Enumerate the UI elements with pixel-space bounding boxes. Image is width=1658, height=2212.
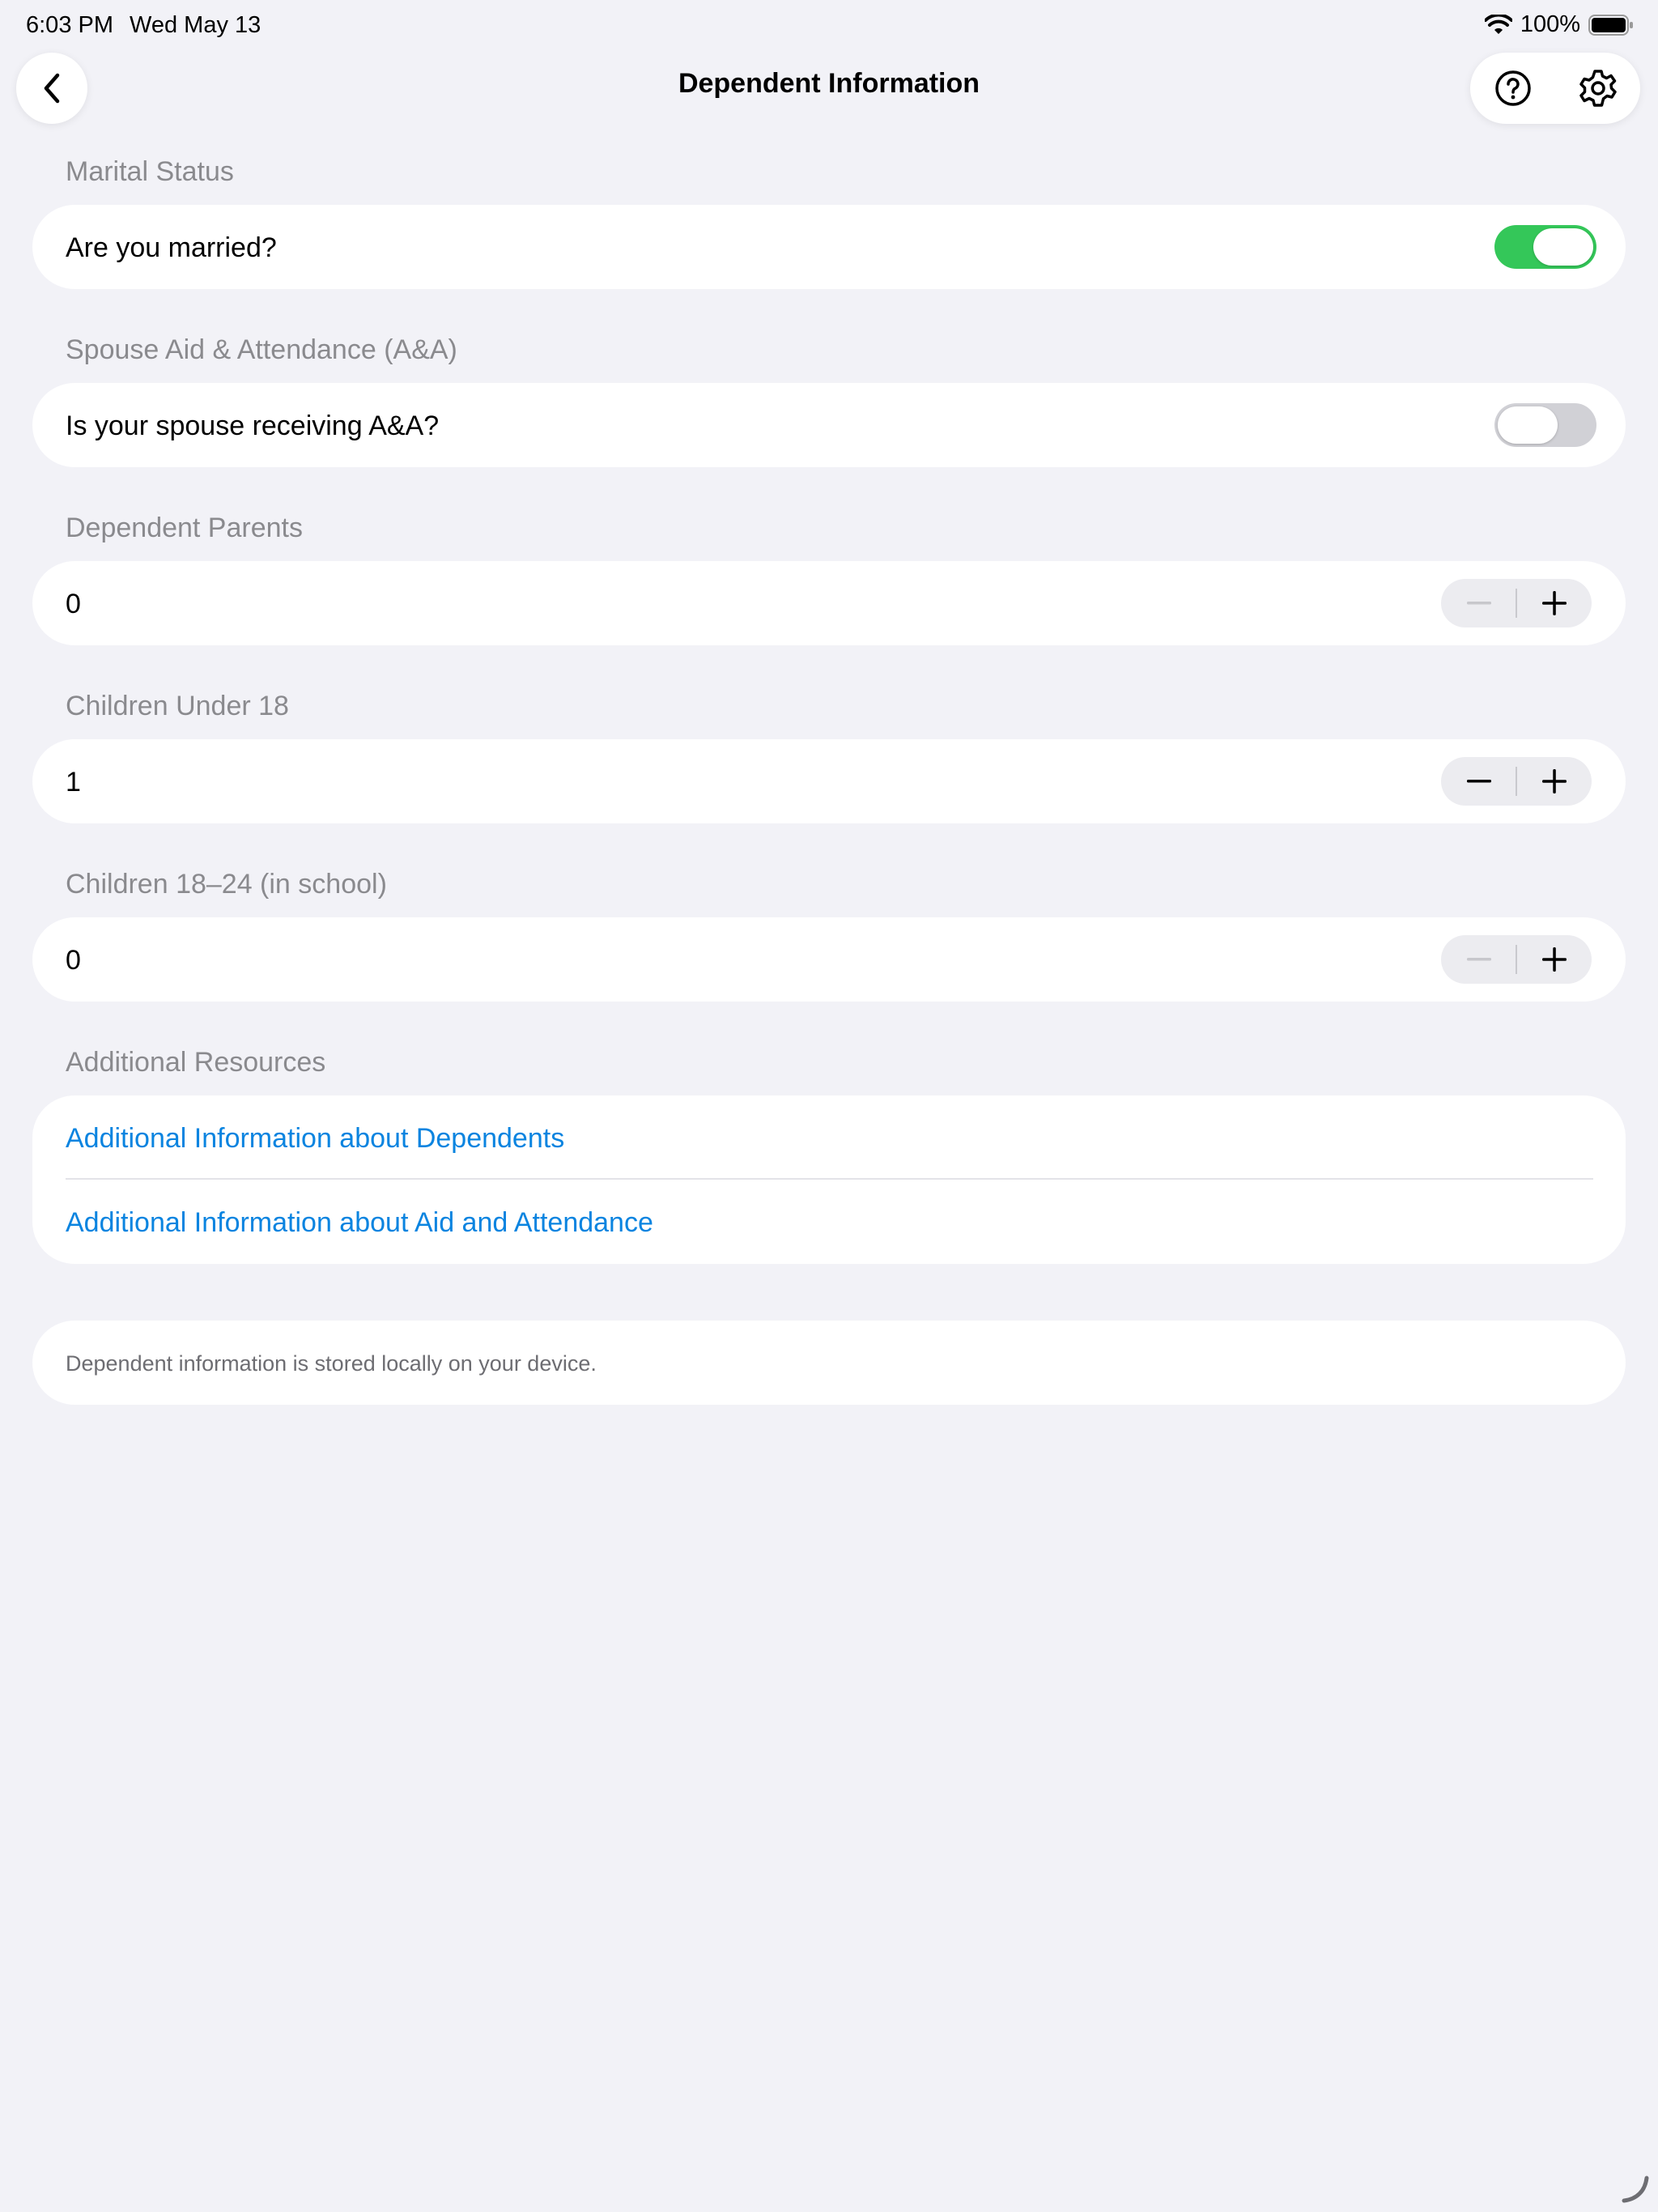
children-under-18-card: 1	[32, 739, 1626, 823]
footnote-text: Dependent information is stored locally …	[66, 1351, 597, 1376]
section-header-children-18-24: Children 18–24 (in school)	[66, 869, 387, 900]
parents-count: 0	[66, 589, 81, 619]
children-18-24-increment-button[interactable]	[1516, 935, 1592, 984]
link-dependents-info[interactable]: Additional Information about Dependents	[66, 1123, 564, 1155]
nav-actions	[1470, 53, 1640, 124]
children-18-24-card: 0	[32, 917, 1626, 1002]
plus-icon	[1541, 947, 1567, 972]
status-bar: 6:03 PM Wed May 13 100%	[0, 0, 1658, 52]
settings-button[interactable]	[1555, 53, 1640, 124]
section-header-children-under-18: Children Under 18	[66, 691, 289, 721]
spouse-aa-toggle[interactable]	[1494, 403, 1596, 447]
status-right: 100%	[1484, 11, 1634, 38]
married-question: Are you married?	[66, 232, 277, 263]
section-header-marital: Marital Status	[66, 156, 234, 187]
status-time: 6:03 PM	[26, 12, 113, 38]
children-18-24-stepper	[1441, 935, 1592, 984]
link-aid-attendance-info[interactable]: Additional Information about Aid and Att…	[66, 1207, 653, 1239]
married-toggle[interactable]	[1494, 225, 1596, 269]
resize-handle-icon[interactable]	[1619, 2173, 1652, 2206]
parents-increment-button[interactable]	[1516, 579, 1592, 627]
wifi-icon	[1484, 14, 1512, 34]
plus-icon	[1541, 769, 1567, 793]
marital-card: Are you married?	[32, 205, 1626, 289]
children-under-18-count: 1	[66, 767, 81, 798]
children-under-18-stepper	[1441, 757, 1592, 806]
minus-icon	[1466, 958, 1491, 961]
minus-icon	[1466, 780, 1491, 783]
page-title: Dependent Information	[678, 68, 980, 99]
section-header-resources: Additional Resources	[66, 1047, 326, 1078]
spouse-aa-card: Is your spouse receiving A&A?	[32, 383, 1626, 467]
footnote-card: Dependent information is stored locally …	[32, 1321, 1626, 1405]
gear-icon	[1579, 70, 1617, 107]
row-divider	[66, 1178, 1593, 1180]
children-18-24-decrement-button[interactable]	[1441, 935, 1516, 984]
minus-icon	[1466, 602, 1491, 605]
toggle-knob	[1533, 228, 1593, 266]
section-header-spouse-aa: Spouse Aid & Attendance (A&A)	[66, 334, 457, 365]
resources-card: Additional Information about Dependents …	[32, 1095, 1626, 1264]
question-circle-icon	[1494, 70, 1531, 106]
parents-card: 0	[32, 561, 1626, 645]
section-header-parents: Dependent Parents	[66, 513, 303, 543]
help-button[interactable]	[1470, 53, 1555, 124]
toggle-knob	[1498, 406, 1558, 444]
spouse-aa-question: Is your spouse receiving A&A?	[66, 410, 440, 441]
battery-percent: 100%	[1520, 11, 1580, 37]
status-date: Wed May 13	[130, 12, 261, 38]
children-18-24-count: 0	[66, 945, 81, 976]
children-under-18-decrement-button[interactable]	[1441, 757, 1516, 806]
children-under-18-increment-button[interactable]	[1516, 757, 1592, 806]
plus-icon	[1541, 591, 1567, 615]
parents-stepper	[1441, 579, 1592, 627]
parents-decrement-button[interactable]	[1441, 579, 1516, 627]
battery-icon	[1588, 14, 1633, 36]
